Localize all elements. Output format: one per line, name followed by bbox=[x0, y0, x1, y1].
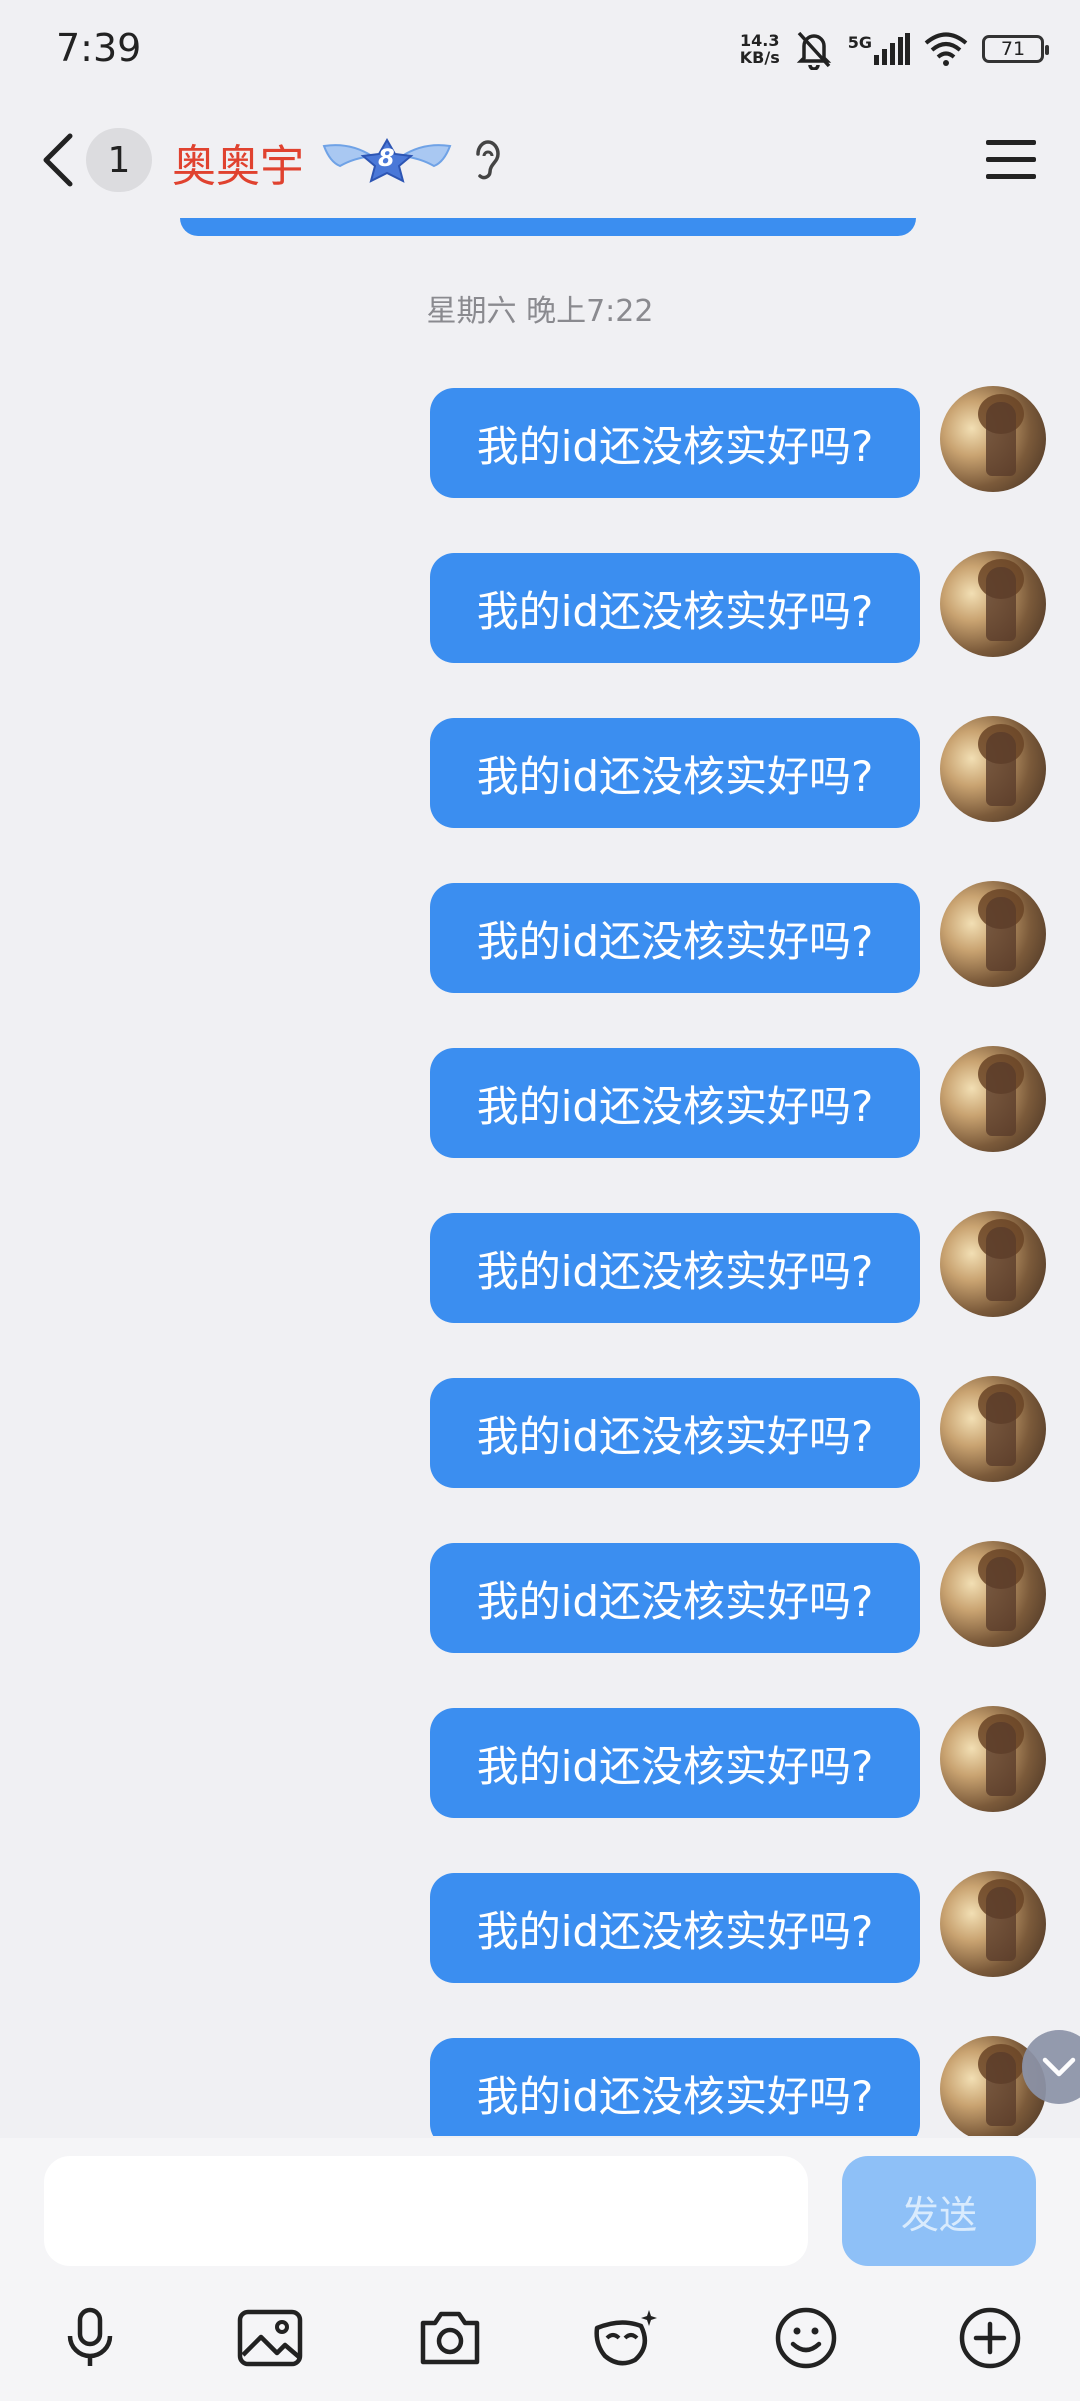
message-bubble[interactable]: 我的id还没核实好吗? bbox=[430, 1873, 920, 1983]
mute-bell-icon bbox=[796, 31, 831, 70]
send-button[interactable]: 发送 bbox=[842, 2156, 1036, 2266]
chat-header: 1 奥奥宇 8 bbox=[0, 96, 1080, 226]
message-bubble[interactable]: 我的id还没核实好吗? bbox=[430, 718, 920, 828]
avatar[interactable] bbox=[940, 716, 1046, 822]
camera-icon bbox=[420, 2311, 480, 2365]
microphone-icon bbox=[67, 2307, 113, 2366]
avatar[interactable] bbox=[940, 1871, 1046, 1977]
avatar[interactable] bbox=[940, 551, 1046, 657]
message-bubble[interactable]: 我的id还没核实好吗? bbox=[430, 388, 920, 498]
signal-indicator: 5G bbox=[848, 33, 910, 65]
avatar-figure bbox=[986, 1062, 1016, 1136]
wifi-icon bbox=[924, 32, 968, 66]
ear-icon[interactable] bbox=[470, 136, 506, 184]
avatar-figure bbox=[986, 1722, 1016, 1796]
avatar-figure bbox=[986, 2052, 1016, 2126]
message-row: 我的id还没核实好吗? bbox=[0, 1706, 1080, 1818]
avatar-figure bbox=[986, 1227, 1016, 1301]
more-button[interactable] bbox=[950, 2298, 1030, 2378]
status-time: 7:39 bbox=[56, 26, 142, 70]
avatar[interactable] bbox=[940, 881, 1046, 987]
level-number: 8 bbox=[378, 144, 395, 172]
network-speed-value: 14.3 bbox=[740, 31, 780, 50]
avatar-figure bbox=[986, 402, 1016, 476]
mask-button[interactable] bbox=[586, 2298, 666, 2378]
message-timestamp: 星期六 晚上7:22 bbox=[426, 294, 654, 329]
battery-indicator: 71 bbox=[982, 35, 1049, 63]
avatar-figure bbox=[986, 1392, 1016, 1466]
message-bubble[interactable]: 我的id还没核实好吗? bbox=[430, 2038, 920, 2136]
contact-name[interactable]: 奥奥宇 bbox=[172, 130, 304, 194]
message-bubble[interactable]: 我的id还没核实好吗? bbox=[430, 1543, 920, 1653]
network-type: 5G bbox=[847, 33, 872, 52]
avatar-figure bbox=[986, 1557, 1016, 1631]
level-badge[interactable]: 8 bbox=[320, 136, 454, 184]
avatar-figure bbox=[986, 897, 1016, 971]
network-speed: 14.3 KB/s bbox=[740, 32, 780, 66]
avatar-figure bbox=[986, 732, 1016, 806]
avatar[interactable] bbox=[940, 1376, 1046, 1482]
avatar-figure bbox=[986, 567, 1016, 641]
message-bubble[interactable]: 我的id还没核实好吗? bbox=[430, 1378, 920, 1488]
message-list[interactable]: 我的id还没核实好吗? 我的id还没核实好吗? 我的id还没核实好吗? 我的id还没核… bbox=[0, 386, 1080, 2136]
menu-button[interactable] bbox=[986, 138, 1036, 182]
message-row: 我的id还没核实好吗? bbox=[0, 1211, 1080, 1323]
mask-icon bbox=[594, 2310, 657, 2366]
plus-icon bbox=[959, 2307, 1021, 2369]
message-bubble[interactable]: 我的id还没核实好吗? bbox=[430, 883, 920, 993]
avatar[interactable] bbox=[940, 1706, 1046, 1812]
unread-count-badge[interactable]: 1 bbox=[86, 128, 152, 192]
status-icons: 14.3 KB/s 5G 71 bbox=[740, 26, 1049, 72]
avatar[interactable] bbox=[940, 386, 1046, 492]
message-row: 我的id还没核实好吗? bbox=[0, 551, 1080, 663]
message-row: 我的id还没核实好吗? bbox=[0, 386, 1080, 498]
message-bubble[interactable]: 我的id还没核实好吗? bbox=[430, 553, 920, 663]
gallery-button[interactable] bbox=[230, 2298, 310, 2378]
message-row: 我的id还没核实好吗? bbox=[0, 716, 1080, 828]
input-toolbar bbox=[0, 2298, 1080, 2388]
network-speed-unit: KB/s bbox=[739, 48, 780, 67]
emoji-icon bbox=[775, 2307, 837, 2369]
message-row: 我的id还没核实好吗? bbox=[0, 1046, 1080, 1158]
message-row: 我的id还没核实好吗? bbox=[0, 1376, 1080, 1488]
avatar-figure bbox=[986, 1887, 1016, 1961]
message-input[interactable] bbox=[44, 2156, 808, 2266]
message-row: 我的id还没核实好吗? bbox=[0, 881, 1080, 993]
signal-icon bbox=[874, 33, 910, 65]
message-row: 我的id还没核实好吗? bbox=[0, 2036, 1080, 2136]
avatar[interactable] bbox=[940, 1541, 1046, 1647]
message-bubble[interactable]: 我的id还没核实好吗? bbox=[430, 1048, 920, 1158]
avatar[interactable] bbox=[940, 1211, 1046, 1317]
chevron-down-icon bbox=[1042, 2057, 1076, 2077]
pinned-message-strip[interactable] bbox=[180, 218, 916, 236]
image-icon bbox=[237, 2309, 303, 2367]
avatar[interactable] bbox=[940, 1046, 1046, 1152]
input-bar: 发送 bbox=[0, 2138, 1080, 2401]
message-row: 我的id还没核实好吗? bbox=[0, 1541, 1080, 1653]
back-button[interactable] bbox=[36, 128, 80, 192]
message-bubble[interactable]: 我的id还没核实好吗? bbox=[430, 1213, 920, 1323]
voice-button[interactable] bbox=[50, 2298, 130, 2378]
camera-button[interactable] bbox=[410, 2298, 490, 2378]
emoji-button[interactable] bbox=[766, 2298, 846, 2378]
status-bar: 7:39 14.3 KB/s 5G 71 bbox=[0, 0, 1080, 96]
message-bubble[interactable]: 我的id还没核实好吗? bbox=[430, 1708, 920, 1818]
message-row: 我的id还没核实好吗? bbox=[0, 1871, 1080, 1983]
